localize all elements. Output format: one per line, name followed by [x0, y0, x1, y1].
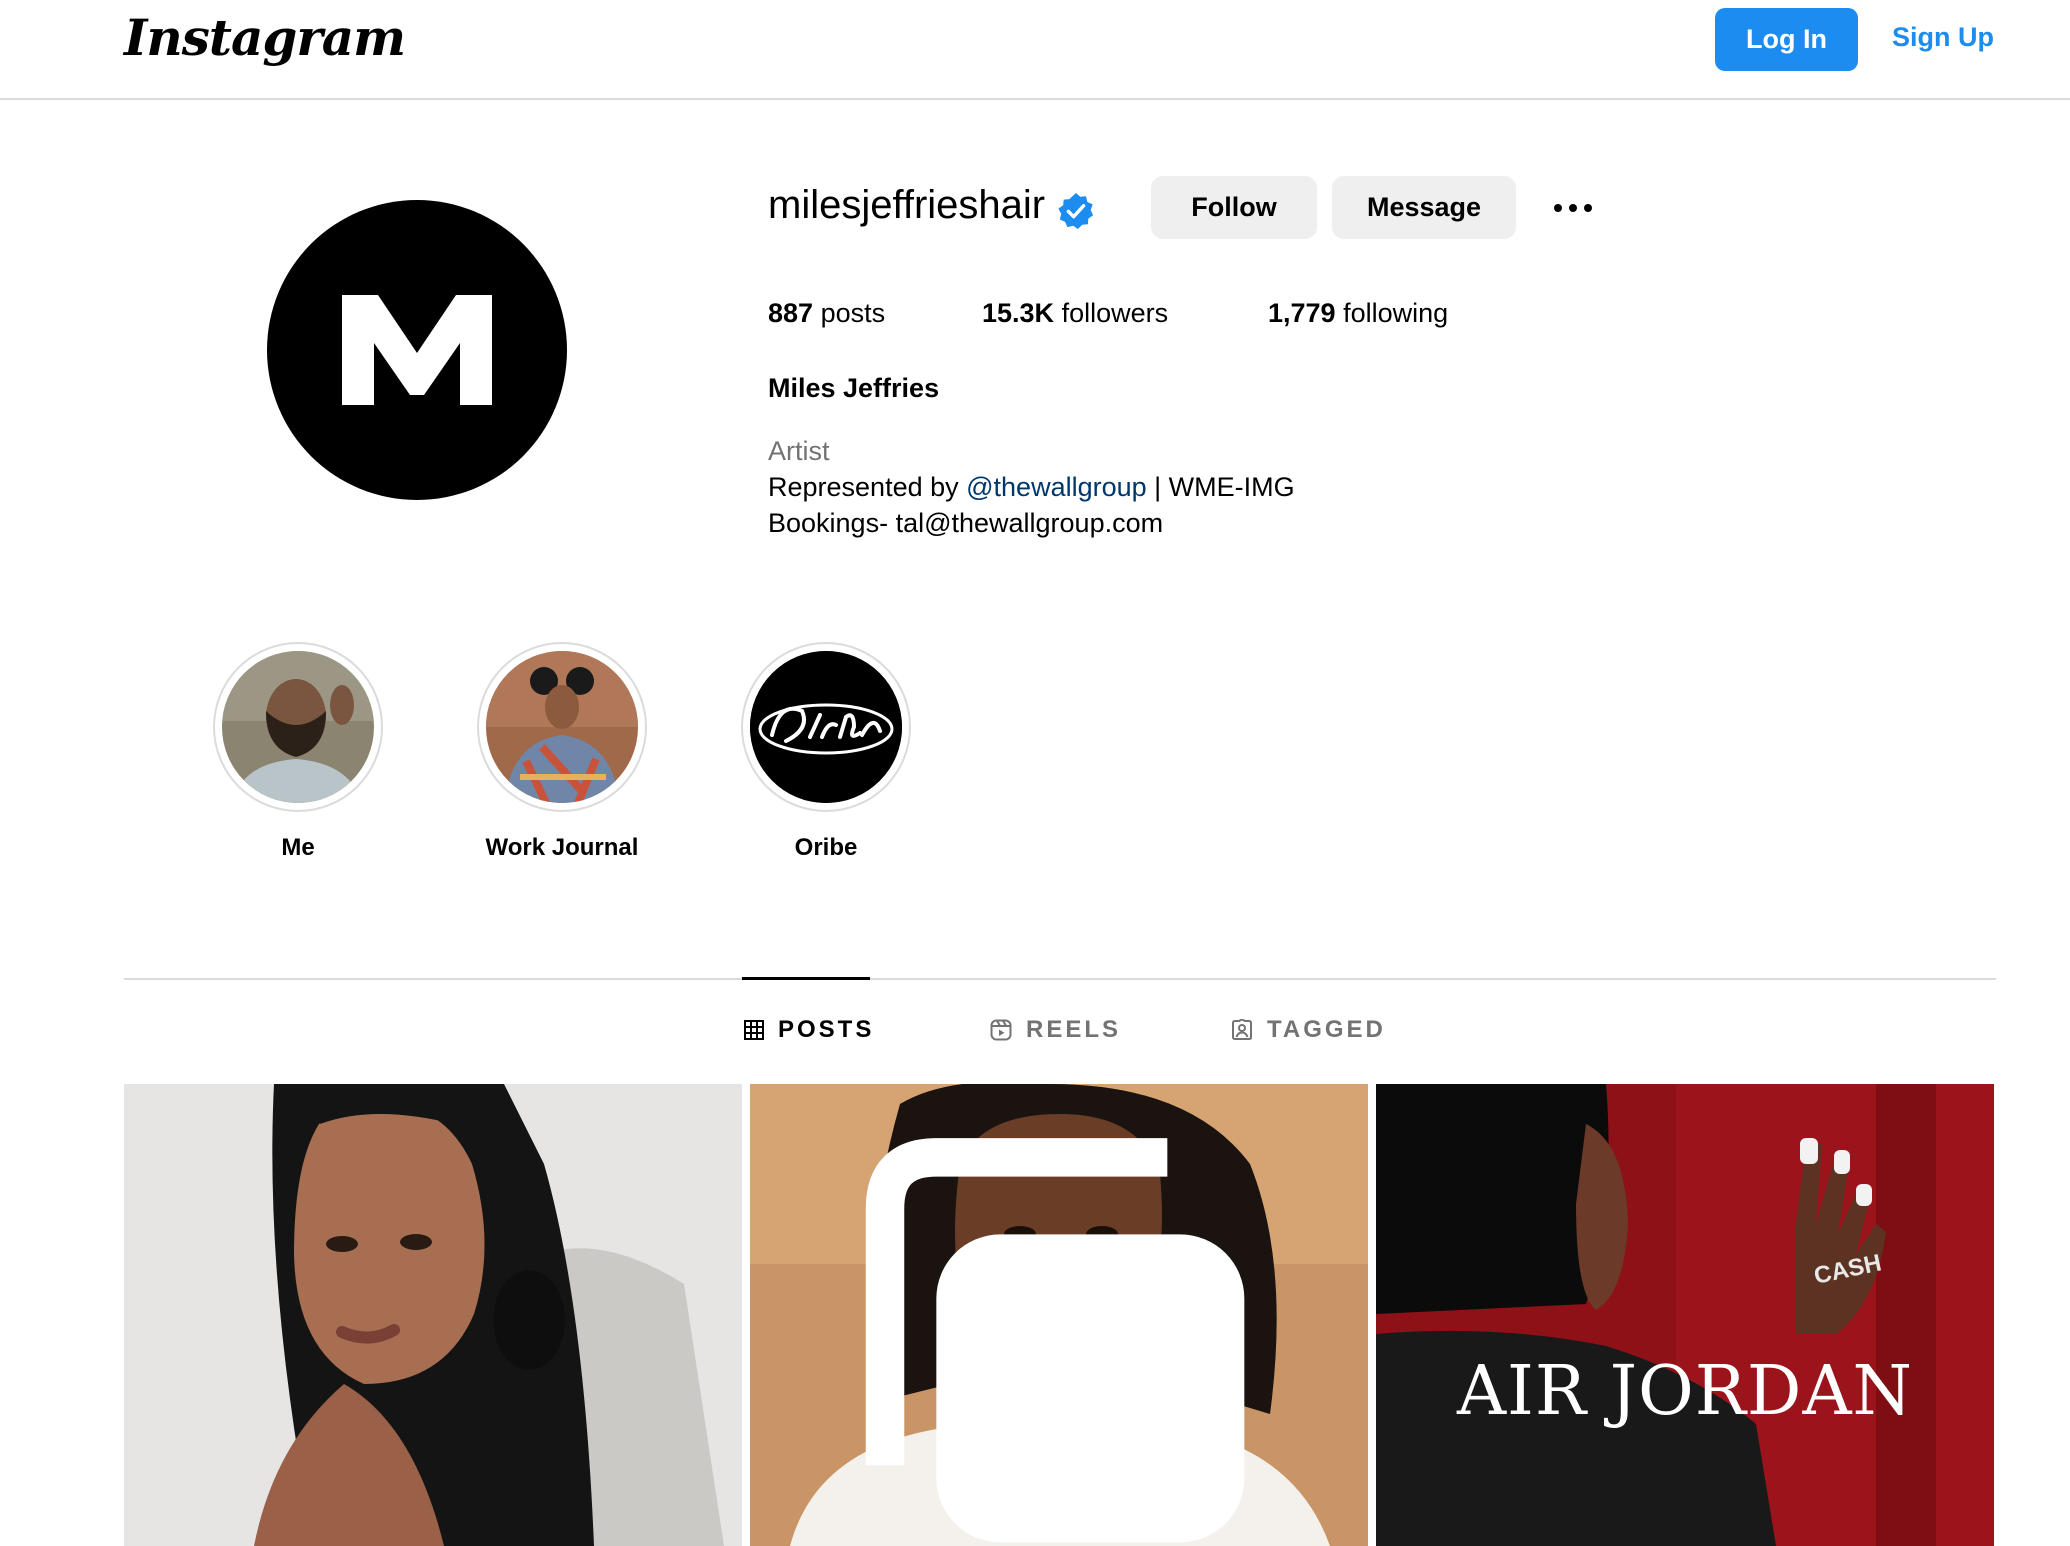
- verified-badge-icon: [1058, 192, 1094, 230]
- highlight-label: Me: [281, 834, 315, 861]
- posts-count: 887: [768, 298, 814, 328]
- tab-reels[interactable]: REELS: [990, 1016, 1121, 1044]
- tab-label: TAGGED: [1267, 1016, 1386, 1043]
- follow-button[interactable]: Follow: [1151, 176, 1317, 239]
- bio-line-bookings: Bookings- tal@thewallgroup.com: [768, 508, 1164, 538]
- story-highlight-me[interactable]: Me: [213, 642, 383, 862]
- story-highlight-work-journal[interactable]: Work Journal: [477, 642, 647, 862]
- following-label: following: [1343, 298, 1449, 328]
- followers-count: 15.3K: [982, 298, 1055, 328]
- message-button[interactable]: Message: [1332, 176, 1516, 239]
- highlight-cover-image: [222, 651, 374, 803]
- oribe-logo-icon: [750, 651, 902, 803]
- followers-label: followers: [1061, 298, 1169, 328]
- followers-stat[interactable]: 15.3K followers: [982, 298, 1168, 329]
- tab-tagged[interactable]: TAGGED: [1231, 1016, 1386, 1044]
- log-in-button[interactable]: Log In: [1715, 8, 1858, 71]
- posts-count-stat: 887 posts: [768, 298, 885, 329]
- instagram-logo[interactable]: Instagram: [124, 8, 406, 67]
- dot: [1569, 204, 1577, 212]
- profile-full-name: Miles Jeffries: [768, 373, 940, 403]
- posts-label: posts: [820, 298, 886, 328]
- bio-text: Represented by: [768, 472, 967, 502]
- post-image: [124, 1084, 742, 1546]
- post-thumbnail[interactable]: [124, 1084, 742, 1546]
- tab-label: POSTS: [778, 1016, 875, 1043]
- top-navigation-bar: Instagram Log In Sign Up: [0, 0, 2070, 100]
- post-image: CASH: [1376, 1084, 1994, 1546]
- profile-avatar[interactable]: [267, 200, 567, 500]
- bio-line-representation: Represented by @thewallgroup | WME-IMG: [768, 472, 1295, 503]
- m-logo-icon: [342, 295, 492, 405]
- highlight-ring: [213, 642, 383, 812]
- tab-label: REELS: [1026, 1016, 1122, 1043]
- highlight-label: Oribe: [794, 834, 858, 861]
- dot: [1584, 204, 1592, 212]
- post-overlay-text: AIR JORDAN: [1456, 1352, 1914, 1431]
- post-thumbnail[interactable]: [750, 1084, 1368, 1546]
- grid-icon: [744, 1020, 764, 1040]
- tabs-divider: [124, 978, 1996, 980]
- highlight-label: Work Journal: [485, 834, 639, 861]
- story-highlight-oribe[interactable]: Oribe: [741, 642, 911, 862]
- more-options-icon[interactable]: [1548, 190, 1598, 226]
- tab-posts[interactable]: POSTS: [744, 1016, 874, 1044]
- reels-icon: [990, 1019, 1012, 1041]
- multiple-photos-icon: [865, 1138, 1245, 1543]
- highlight-ring: [741, 642, 911, 812]
- profile-username: milesjeffrieshair: [768, 183, 1046, 227]
- bio-mention-link[interactable]: @thewallgroup: [966, 472, 1147, 502]
- following-stat[interactable]: 1,779 following: [1268, 298, 1448, 329]
- dot: [1554, 204, 1562, 212]
- profile-category: Artist: [768, 436, 830, 466]
- active-tab-indicator: [742, 977, 870, 980]
- tagged-icon: [1232, 1019, 1252, 1040]
- following-count: 1,779: [1268, 298, 1336, 328]
- post-thumbnail[interactable]: CASH AIR JORDAN: [1376, 1084, 1994, 1546]
- highlight-ring: [477, 642, 647, 812]
- bio-text: | WME-IMG: [1146, 472, 1295, 502]
- sign-up-link[interactable]: Sign Up: [1892, 22, 1994, 53]
- highlight-cover-image: [486, 651, 638, 803]
